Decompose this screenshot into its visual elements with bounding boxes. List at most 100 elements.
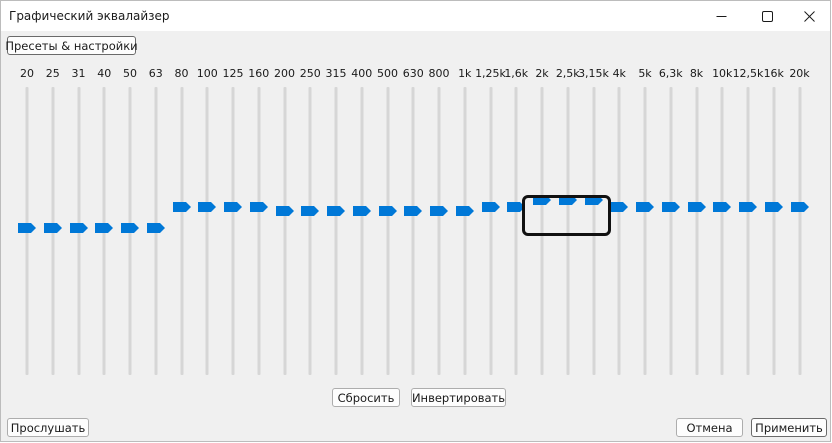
minimize-button[interactable] (698, 1, 744, 31)
close-button[interactable] (786, 1, 832, 31)
slider-thumb-icon (146, 223, 165, 233)
close-icon (803, 10, 815, 22)
band-slider-track[interactable] (617, 87, 621, 375)
band-label: 160 (248, 67, 270, 80)
band-slider-track[interactable] (772, 87, 776, 375)
presets-settings-button[interactable]: Пресеты & настройки (5, 36, 138, 55)
slider-thumb-icon (404, 206, 423, 217)
title-bar: Графический эквалайзер (1, 1, 830, 31)
band-label: 2k (535, 67, 549, 80)
band-label: 31 (71, 67, 86, 80)
band-slider-track[interactable] (386, 87, 389, 375)
band-slider-thumb[interactable] (455, 206, 474, 217)
slider-thumb-icon (327, 206, 345, 217)
band-slider-track[interactable] (720, 87, 724, 375)
slider-thumb-icon (301, 206, 320, 217)
band-slider-track[interactable] (695, 87, 698, 375)
window-title: Графический эквалайзер (9, 9, 170, 23)
band-label: 50 (123, 67, 137, 80)
minimize-icon (716, 15, 726, 17)
band-label: 40 (97, 67, 112, 80)
band-slider-thumb[interactable] (69, 223, 88, 233)
band-slider-track[interactable] (334, 87, 338, 375)
invert-button[interactable]: Инвертировать (411, 388, 506, 407)
equalizer-window: Графический эквалайзер Пресеты & настрой… (0, 0, 831, 442)
band-slider-thumb[interactable] (610, 202, 629, 213)
band-slider-thumb[interactable] (198, 202, 217, 213)
band-label: 100 (196, 67, 218, 80)
slider-thumb-icon (610, 202, 629, 213)
band-slider-thumb[interactable] (790, 202, 809, 213)
slider-thumb-icon (764, 202, 783, 213)
slider-thumb-icon (121, 223, 139, 233)
band-slider-thumb[interactable] (352, 206, 371, 217)
band-slider-thumb[interactable] (43, 223, 62, 233)
band-slider-track[interactable] (257, 87, 261, 375)
band-slider-thumb[interactable] (146, 223, 165, 233)
slider-thumb-icon (224, 202, 242, 213)
band-slider-track[interactable] (798, 87, 801, 375)
band-label: 1,6k (504, 67, 529, 80)
band-label: 1,25k (475, 67, 506, 80)
band-slider-thumb[interactable] (764, 202, 783, 213)
slider-thumb-icon (249, 202, 268, 213)
band-slider-thumb[interactable] (636, 202, 654, 213)
band-label: 20k (789, 67, 810, 80)
band-label: 20 (20, 67, 34, 80)
band-slider-track[interactable] (669, 87, 673, 375)
slider-thumb-icon (790, 202, 809, 213)
band-slider-thumb[interactable] (172, 202, 191, 213)
band-slider-thumb[interactable] (18, 223, 36, 233)
band-slider-track[interactable] (231, 87, 235, 375)
band-label: 12,5k (732, 67, 764, 80)
band-slider-thumb[interactable] (327, 206, 345, 217)
band-slider-track[interactable] (180, 87, 183, 375)
band-slider-thumb[interactable] (301, 206, 320, 217)
slider-thumb-icon (172, 202, 191, 213)
band-label: 1k (458, 67, 472, 80)
band-label: 5k (638, 67, 652, 80)
maximize-button[interactable] (744, 1, 790, 31)
apply-button[interactable]: Применить (751, 418, 827, 437)
band-label: 8k (689, 67, 704, 80)
band-slider-track[interactable] (463, 87, 467, 375)
band-slider-thumb[interactable] (713, 202, 732, 213)
band-slider-track[interactable] (411, 87, 415, 375)
band-slider-thumb[interactable] (378, 206, 397, 217)
band-slider-track[interactable] (514, 87, 518, 375)
band-label: 25 (45, 67, 60, 80)
band-slider-thumb[interactable] (249, 202, 268, 213)
band-slider-track[interactable] (437, 87, 441, 375)
band-slider-thumb[interactable] (687, 202, 706, 213)
slider-thumb-icon (455, 206, 474, 217)
band-label: 400 (351, 67, 373, 80)
band-slider-thumb[interactable] (739, 202, 757, 213)
band-label: 125 (222, 67, 244, 80)
reset-button[interactable]: Сбросить (332, 388, 400, 407)
band-slider-thumb[interactable] (121, 223, 139, 233)
band-slider-thumb[interactable] (95, 223, 114, 233)
band-slider-thumb[interactable] (661, 202, 680, 213)
listen-button[interactable]: Прослушать (7, 418, 89, 437)
slider-thumb-icon (378, 206, 397, 217)
band-label: 3,15k (578, 67, 609, 80)
band-slider-thumb[interactable] (481, 202, 500, 213)
band-slider-track[interactable] (643, 87, 647, 375)
band-slider-track[interactable] (283, 87, 286, 375)
band-label: 200 (274, 67, 295, 80)
band-slider-thumb[interactable] (404, 206, 423, 217)
slider-thumb-icon (481, 202, 500, 213)
band-slider-thumb[interactable] (430, 206, 448, 217)
band-slider-track[interactable] (360, 87, 364, 375)
slider-thumb-icon (661, 202, 680, 213)
band-slider-track[interactable] (308, 87, 312, 375)
highlight-frame (522, 195, 611, 236)
band-slider-thumb[interactable] (275, 206, 294, 217)
band-slider-track[interactable] (489, 87, 492, 375)
band-slider-track[interactable] (205, 87, 209, 375)
band-label: 63 (148, 67, 163, 80)
slider-thumb-icon (352, 206, 371, 217)
band-slider-thumb[interactable] (224, 202, 242, 213)
cancel-button[interactable]: Отмена (676, 418, 743, 437)
band-slider-track[interactable] (746, 87, 750, 375)
